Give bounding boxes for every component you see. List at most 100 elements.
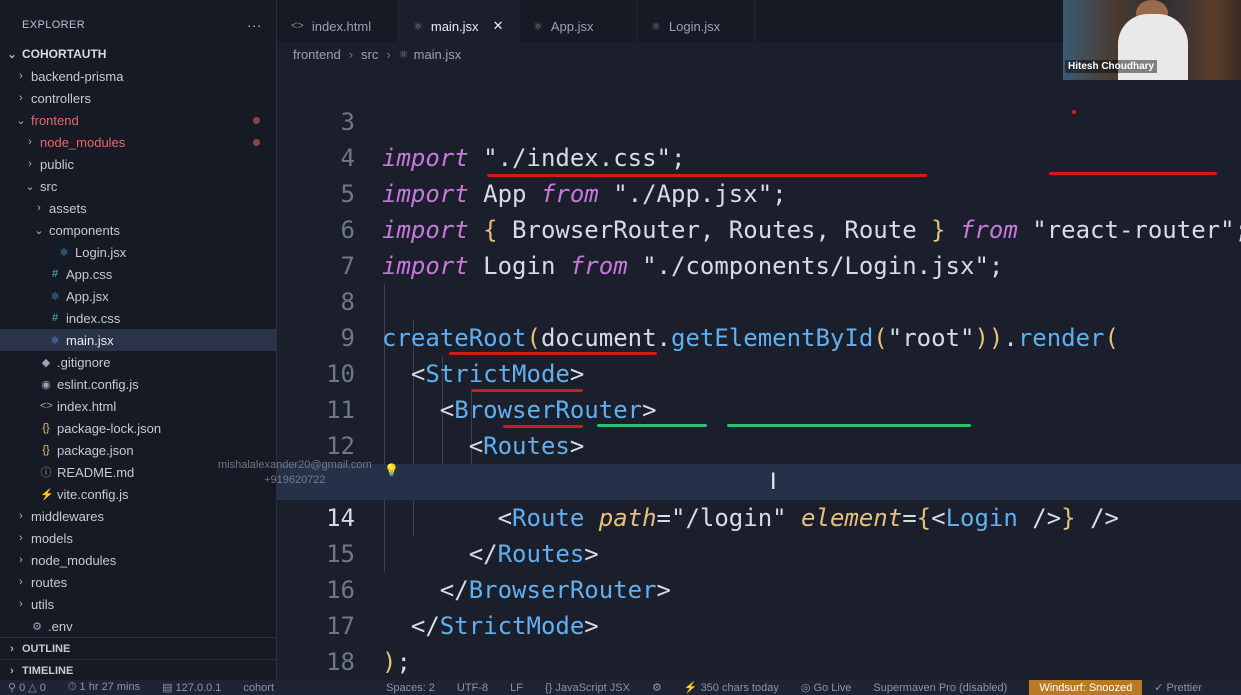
tree-item[interactable]: # index.css — [0, 307, 276, 329]
status-item[interactable]: ⏱ 1 hr 27 mins — [68, 681, 140, 694]
tab-label: main.jsx — [430, 18, 479, 34]
file-type-icon: ◆ — [41, 356, 51, 369]
tree-item-label: .gitignore — [57, 354, 111, 370]
code-line-current: 14 </Routes> — [277, 464, 1241, 568]
tree-item[interactable]: ◆ .gitignore — [0, 351, 276, 373]
more-actions-icon[interactable]: ··· — [247, 17, 262, 33]
tree-item[interactable]: ◉ eslint.config.js — [0, 373, 276, 395]
tree-item[interactable]: › public — [0, 153, 276, 175]
outline-section[interactable]: › OUTLINE — [0, 637, 276, 660]
tree-item[interactable]: ⚙ .env — [0, 615, 276, 637]
tree-item[interactable]: {} package-lock.json — [0, 417, 276, 439]
tree-item[interactable]: › middlewares — [0, 505, 276, 527]
modified-dot — [253, 138, 260, 146]
tree-item-label: utils — [31, 596, 55, 612]
status-item[interactable]: cohort — [243, 682, 274, 694]
tree-item-label: main.jsx — [66, 332, 114, 348]
project-name: COHORTAUTH — [22, 47, 107, 61]
code-line: 11 <Routes> — [277, 356, 1241, 460]
chevron-right-icon: › — [10, 665, 14, 677]
code-line: 17 ); — [277, 572, 1241, 676]
chevron-down-icon: ⌄ — [7, 48, 17, 61]
windsurf-status[interactable]: Windsurf: Snoozed — [1029, 680, 1143, 695]
code-line: 16 </StrictMode> — [277, 536, 1241, 640]
tree-item[interactable]: › backend-prisma — [0, 65, 276, 87]
close-icon[interactable]: ✕ — [493, 18, 504, 34]
timeline-section[interactable]: › TIMELINE — [0, 659, 276, 682]
file-type-icon: ⚡ — [40, 488, 54, 501]
tree-item[interactable]: › routes — [0, 571, 276, 593]
code-line: 8 createRoot(document.getElementById("ro… — [277, 248, 1241, 352]
tree-item-label: .env — [48, 618, 73, 634]
tree-item-label: models — [31, 530, 73, 546]
code-line: 5 import { BrowserRouter, Routes, Route … — [277, 140, 1241, 244]
line-number: 18 — [326, 648, 355, 676]
tree-item-label: vite.config.js — [57, 486, 129, 502]
annotation-underline-green — [597, 424, 707, 427]
file-type-icon: ⚛ — [50, 290, 60, 303]
code-line: 15 </BrowserRouter> — [277, 500, 1241, 604]
tree-item[interactable]: # App.css — [0, 263, 276, 285]
tree-item-label: package-lock.json — [57, 420, 162, 436]
outline-label: OUTLINE — [22, 643, 71, 655]
tree-item-label: src — [40, 178, 58, 194]
code-editor[interactable]: 3 import "./index.css"; 4 import App fro… — [277, 68, 1241, 680]
tree-item[interactable]: › utils — [0, 593, 276, 615]
project-root[interactable]: ⌄ COHORTAUTH — [0, 43, 276, 65]
annotation-underline-red — [487, 174, 927, 177]
react-icon: ⚛ — [533, 20, 543, 33]
file-type-icon: ⓘ — [40, 467, 52, 479]
tree-item[interactable]: › assets — [0, 197, 276, 219]
breadcrumb-separator: › — [348, 46, 354, 62]
status-item[interactable]: Supermaven Pro (disabled) — [873, 682, 1007, 694]
status-item[interactable]: Spaces: 2 — [386, 682, 435, 694]
annotation-underline-red — [449, 352, 657, 355]
timeline-label: TIMELINE — [22, 665, 74, 677]
watermark: mishalalexander20@gmail.com +919620722 — [218, 458, 372, 488]
tree-item-label: App.jsx — [66, 288, 109, 304]
explorer-sidebar: EXPLORER ··· ⌄ COHORTAUTH › backend-prism… — [0, 0, 277, 695]
tree-item[interactable]: › node_modules — [0, 549, 276, 571]
status-item[interactable]: ⚲ 0 △ 0 — [8, 681, 46, 694]
annotation-underline-red — [503, 425, 583, 428]
status-item[interactable]: {} JavaScript JSX — [545, 682, 630, 694]
tree-item[interactable]: ⌄ src — [0, 175, 276, 197]
tree-item-label: package.json — [57, 442, 134, 458]
status-item[interactable]: ⚡ 350 chars today — [684, 681, 779, 694]
tree-item[interactable]: › models — [0, 527, 276, 549]
tree-item[interactable]: ⌄ components — [0, 219, 276, 241]
tree-item-label: index.html — [57, 398, 117, 414]
tree-item-label: middlewares — [31, 508, 104, 524]
chevron-right-icon: › — [19, 92, 23, 104]
tree-item[interactable]: ⚛ main.jsx — [0, 329, 276, 351]
tree-item[interactable]: ⚛ App.jsx — [0, 285, 276, 307]
status-bar: ⚲ 0 △ 0 ⏱ 1 hr 27 mins ▤ 127.0.0.1 cohort Sp… — [0, 680, 1241, 695]
breadcrumb-frontend[interactable]: frontend — [293, 47, 341, 62]
file-type-icon: # — [51, 312, 59, 324]
breadcrumb-src[interactable]: src — [361, 47, 378, 62]
tree-item-label: node_modules — [31, 552, 117, 568]
tree-item[interactable]: › controllers — [0, 87, 276, 109]
lightbulb-icon[interactable]: 💡 — [384, 463, 399, 477]
tab-label: App.jsx — [550, 18, 594, 34]
breadcrumb-file[interactable]: main.jsx — [414, 47, 462, 62]
prettier-status[interactable]: ✓ Prettier — [1154, 681, 1202, 694]
chevron-right-icon: › — [37, 202, 41, 214]
tree-item-label: Login.jsx — [75, 244, 127, 260]
webcam-overlay: Hitesh Choudhary — [1063, 0, 1241, 80]
status-item[interactable]: UTF-8 — [457, 682, 488, 694]
pointer-dot — [1072, 110, 1076, 114]
chevron-right-icon: › — [10, 643, 14, 655]
chevron-right-icon: › — [28, 136, 32, 148]
tree-item[interactable]: <> index.html — [0, 395, 276, 417]
status-item[interactable]: ⚙ — [652, 681, 662, 694]
status-item[interactable]: ◎ Go Live — [801, 681, 852, 694]
file-type-icon: <> — [40, 400, 53, 412]
status-item[interactable]: LF — [510, 682, 523, 694]
chevron-right-icon: › — [19, 576, 23, 588]
status-item[interactable]: ▤ 127.0.0.1 — [162, 681, 221, 694]
tree-item[interactable]: › node_modules — [0, 131, 276, 153]
annotation-underline-green — [727, 424, 971, 427]
tree-item[interactable]: ⌄ frontend — [0, 109, 276, 131]
tree-item[interactable]: ⚛ Login.jsx — [0, 241, 276, 263]
